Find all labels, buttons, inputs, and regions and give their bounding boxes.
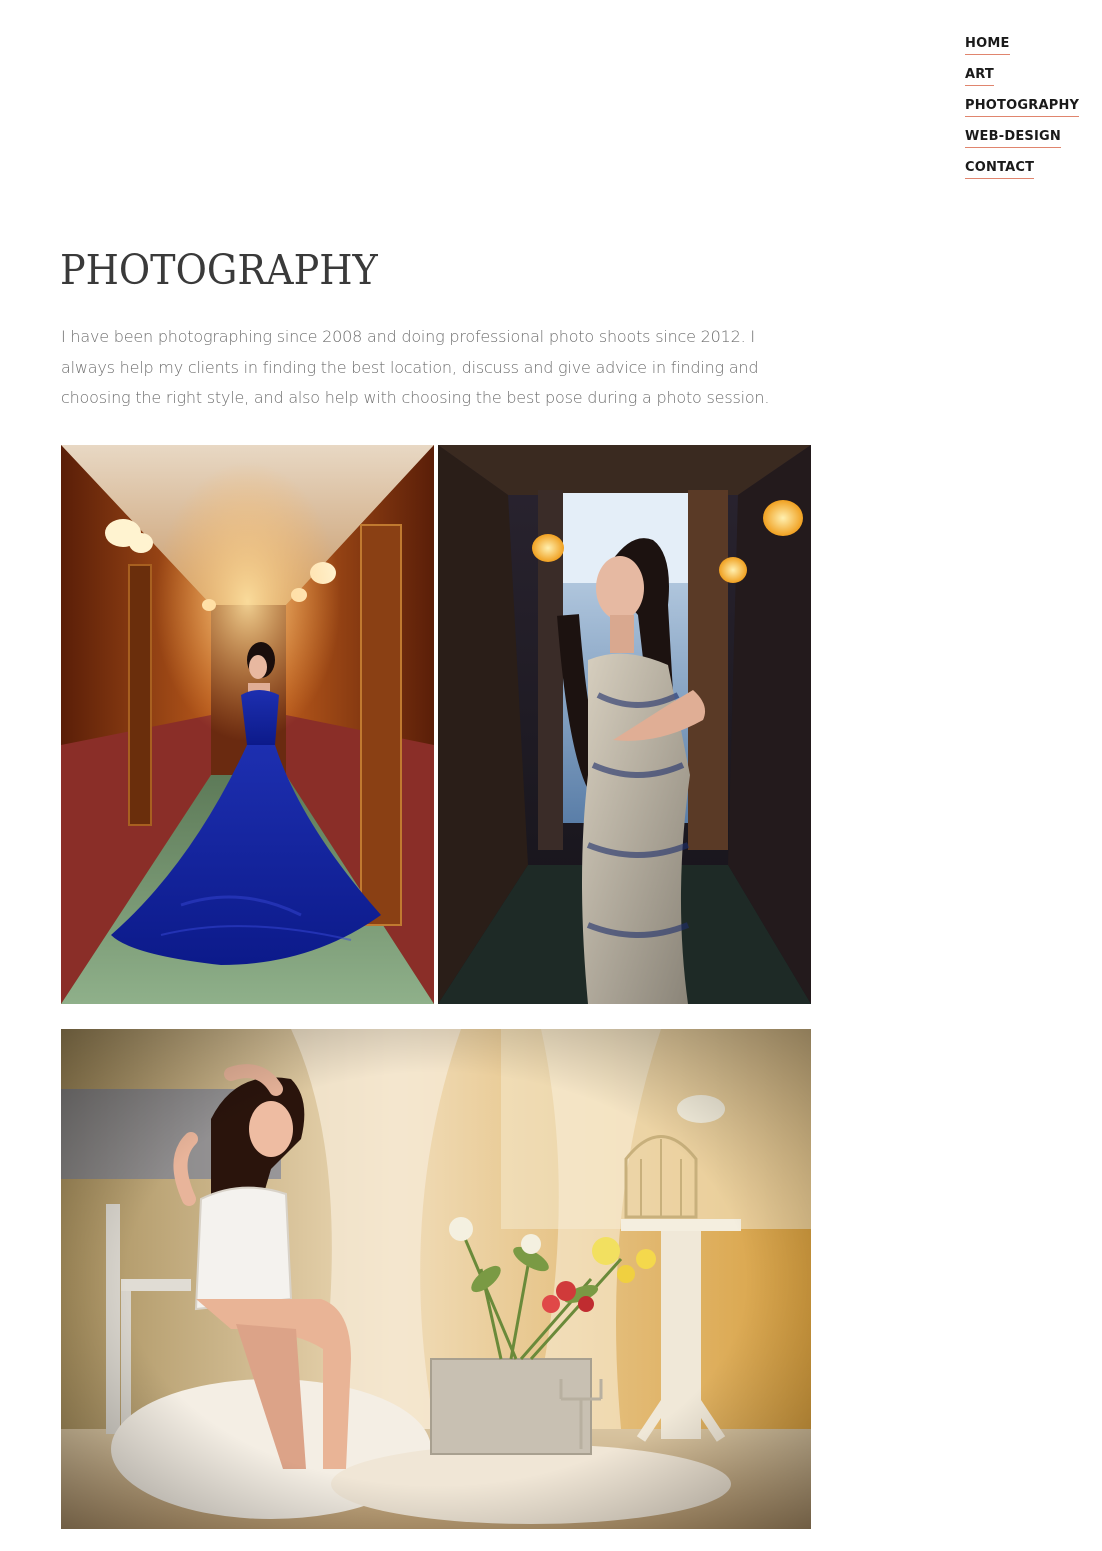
photo-corridor-illustration bbox=[61, 445, 434, 1004]
nav-link-contact[interactable]: CONTACT bbox=[965, 159, 1035, 179]
photo-hallway-illustration bbox=[438, 445, 811, 1004]
nav-item-web-design: WEB-DESIGN bbox=[965, 127, 1079, 158]
nav-item-art: ART bbox=[965, 65, 1079, 96]
nav-link-web-design[interactable]: WEB-DESIGN bbox=[965, 128, 1061, 148]
gallery-photo-corridor-blue-gown[interactable] bbox=[61, 445, 434, 1004]
nav-link-photography[interactable]: PHOTOGRAPHY bbox=[965, 97, 1080, 117]
nav-item-photography: PHOTOGRAPHY bbox=[965, 96, 1080, 127]
nav-link-art[interactable]: ART bbox=[965, 66, 994, 86]
page-title: PHOTOGRAPHY bbox=[60, 246, 378, 294]
photo-boudoir-illustration bbox=[61, 1029, 811, 1529]
main-nav: HOME ART PHOTOGRAPHY WEB-DESIGN CONTACT bbox=[965, 34, 1080, 189]
nav-item-home: HOME bbox=[965, 34, 1079, 65]
nav-link-home[interactable]: HOME bbox=[965, 35, 1010, 55]
gallery-photo-hallway-patterned-dress[interactable] bbox=[438, 445, 811, 1004]
gallery-photo-corset-birdcage[interactable] bbox=[61, 1029, 811, 1529]
nav-item-contact: CONTACT bbox=[965, 158, 1079, 189]
intro-paragraph: I have been photographing since 2008 and… bbox=[61, 327, 770, 407]
